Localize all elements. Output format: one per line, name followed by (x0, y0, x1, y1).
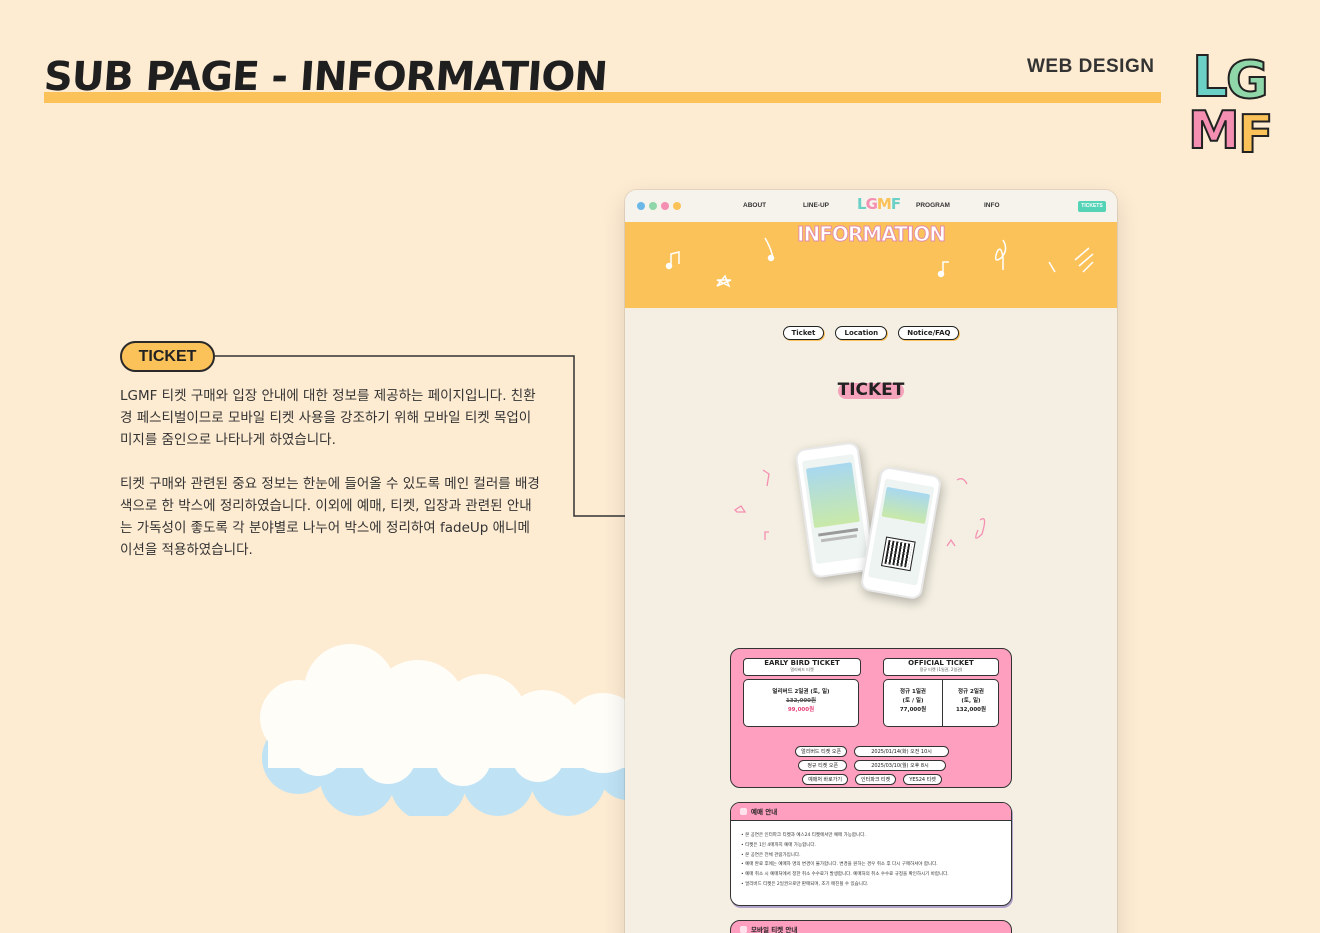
list-item: 본 공연은 인터파크 티켓과 예스24 티켓에서만 예매 가능합니다. (741, 831, 1011, 841)
booking-notice-list: 본 공연은 인터파크 티켓과 예스24 티켓에서만 예매 가능합니다. 티켓은 … (731, 821, 1011, 890)
early-bird-title: EARLY BIRD TICKET (764, 659, 840, 667)
official-header: OFFICIAL TICKET 정규 티켓 (1일권, 2일권) (883, 658, 999, 676)
official-day2-days: (토, 일) (961, 698, 981, 704)
interpark-link[interactable]: 인터파크 티켓 (855, 774, 897, 785)
ticket-info-box: EARLY BIRD TICKET 얼리버드 티켓 얼리버드 2일권 (토, 일)… (730, 648, 1012, 788)
early-bird-header: EARLY BIRD TICKET 얼리버드 티켓 (743, 658, 861, 676)
description: LGMF 티켓 구매와 입장 안내에 대한 정보를 제공하는 페이지입니다. 친… (120, 385, 540, 583)
early-bird-subtitle: 얼리버드 티켓 (790, 667, 814, 672)
list-item: 본 공연은 전체 관람가입니다. (741, 851, 1011, 861)
official-card: 정규 1일권 (토 / 일) 77,000원 정규 2일권 (토, 일) 132… (883, 679, 999, 727)
list-item: 티켓은 1인 4매까지 예매 가능합니다. (741, 841, 1011, 851)
booking-notice-title: 예매 안내 (731, 803, 1011, 821)
description-paragraph-2: 티켓 구매와 관련된 중요 정보는 한눈에 들어올 수 있도록 메인 컬러를 배… (120, 476, 540, 558)
mobile-ticket-notice-title: 모바일 티켓 안내 (731, 921, 1011, 933)
pink-notes-decoration (733, 469, 986, 547)
early-bird-desc: 얼리버드 2일권 (토, 일) (772, 689, 830, 695)
list-item: 얼리버드 티켓은 2일권으로만 판매되며, 조기 매진될 수 있습니다. (741, 880, 1011, 890)
svg-text:F: F (1238, 105, 1274, 160)
ticket-label-pill: TICKET (120, 341, 215, 372)
official-day1-price: 77,000원 (899, 707, 927, 713)
subtabs: Ticket Location Notice/FAQ (625, 320, 1117, 340)
section-title: TICKET (837, 380, 905, 400)
nav-about[interactable]: ABOUT (743, 202, 766, 209)
facebook-icon[interactable] (637, 202, 645, 210)
x-icon[interactable] (649, 202, 657, 210)
booking-notice-box: 예매 안내 본 공연은 인터파크 티켓과 예스24 티켓에서만 예매 가능합니다… (730, 802, 1012, 906)
early-bird-old-price: 132,000원 (785, 698, 817, 704)
mock-navbar: ABOUT LINE-UP LGMF PROGRAM INFO TICKETS (625, 190, 1117, 222)
official-day2-price: 132,000원 (955, 707, 987, 713)
nav-logo[interactable]: LGMF (857, 195, 901, 213)
logo-letter: G (865, 195, 878, 213)
cloud-illustration (260, 644, 638, 816)
nav-program[interactable]: PROGRAM (916, 202, 950, 209)
mobile-ticket-notice-box: 모바일 티켓 안내 (730, 920, 1012, 933)
tab-notice-faq[interactable]: Notice/FAQ (898, 326, 960, 340)
booking-link-label[interactable]: 예매처 바로가기 (802, 774, 848, 785)
official-subtitle: 정규 티켓 (1일권, 2일권) (919, 667, 963, 672)
instagram-icon[interactable] (661, 202, 669, 210)
description-paragraph-1: LGMF 티켓 구매와 입장 안내에 대한 정보를 제공하는 페이지입니다. 친… (120, 388, 536, 448)
logo-letter: M (876, 195, 892, 213)
list-item: 예매 완료 후에는 예매자 명의 변경이 불가합니다. 변경을 원하는 경우 취… (741, 860, 1011, 870)
official-day1-name: 정규 1일권 (900, 689, 926, 695)
title-underline (44, 92, 1161, 103)
page-mockup: ABOUT LINE-UP LGMF PROGRAM INFO TICKETS … (625, 190, 1117, 933)
youtube-icon[interactable] (673, 202, 681, 210)
tickets-button[interactable]: TICKETS (1078, 201, 1106, 212)
list-item: 예매 취소 시 예매처에서 정한 취소 수수료가 발생합니다. 예매처의 취소 … (741, 870, 1011, 880)
web-design-label: WEB DESIGN (1027, 56, 1155, 77)
svg-text:M: M (1188, 101, 1240, 160)
schedule-row-3: 예매처 바로가기 인터파크 티켓 YES24 티켓 (731, 766, 1013, 785)
logo-letter: L (857, 195, 867, 213)
official-title: OFFICIAL TICKET (908, 659, 974, 667)
lgmf-logo: L G M F (1187, 44, 1275, 160)
nav-lineup[interactable]: LINE-UP (803, 202, 829, 209)
nav-info[interactable]: INFO (984, 202, 1000, 209)
early-bird-price: 99,000원 (787, 707, 815, 713)
hero-title: INFORMATION (797, 222, 947, 247)
official-day2-name: 정규 2일권 (958, 689, 984, 695)
tab-ticket[interactable]: Ticket (782, 326, 825, 340)
tab-location[interactable]: Location (835, 326, 888, 340)
early-bird-card: 얼리버드 2일권 (토, 일) 132,000원 99,000원 (743, 679, 859, 727)
logo-letter: F (890, 195, 901, 213)
yes24-link[interactable]: YES24 티켓 (903, 774, 942, 785)
official-day1-days: (토 / 일) (902, 698, 924, 704)
